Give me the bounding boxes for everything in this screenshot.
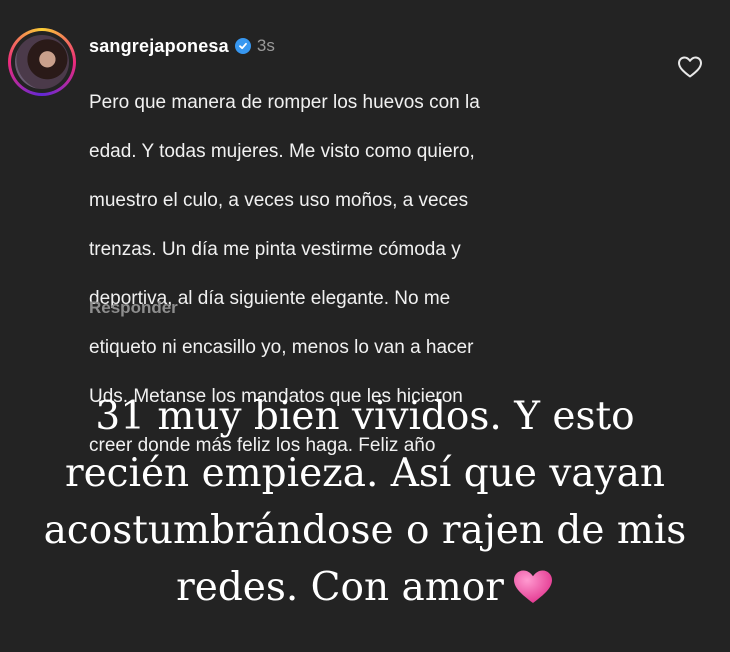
comment-line: muestro el culo, a veces uso moños, a ve… xyxy=(89,189,469,211)
pink-heart-icon xyxy=(512,565,554,622)
like-button[interactable] xyxy=(677,55,703,79)
story-line: redes. Con amor xyxy=(176,565,504,610)
avatar-photo xyxy=(15,35,69,89)
verified-badge-icon xyxy=(234,38,251,54)
comment-card: sangrejaponesa 3s Pero que manera de rom… xyxy=(0,0,730,456)
reply-button[interactable]: Responder xyxy=(89,298,178,318)
comment-line: edad. Y todas mujeres. Me visto como qui… xyxy=(89,140,475,162)
comment-line: trenzas. Un día me pinta vestirme cómoda… xyxy=(89,238,461,260)
comment-timestamp: 3s xyxy=(256,36,275,55)
comment-line: Pero que manera de romper los huevos con… xyxy=(89,91,480,113)
story-line-last: redes. Con amor xyxy=(0,559,730,622)
comment-header: sangrejaponesa 3s xyxy=(89,34,275,58)
comment-line: etiqueto ni encasillo yo, menos lo van a… xyxy=(89,336,474,358)
story-line: acostumbrándose o rajen de mis xyxy=(43,508,687,553)
story-line: 31 muy bien vividos. Y esto xyxy=(95,394,635,439)
story-caption: 31 muy bien vividos. Y esto recién empie… xyxy=(0,388,730,622)
username-link[interactable]: sangrejaponesa xyxy=(89,36,229,57)
story-line: recién empieza. Así que vayan xyxy=(64,451,666,496)
avatar[interactable] xyxy=(8,28,76,96)
heart-outline-icon xyxy=(678,56,702,78)
